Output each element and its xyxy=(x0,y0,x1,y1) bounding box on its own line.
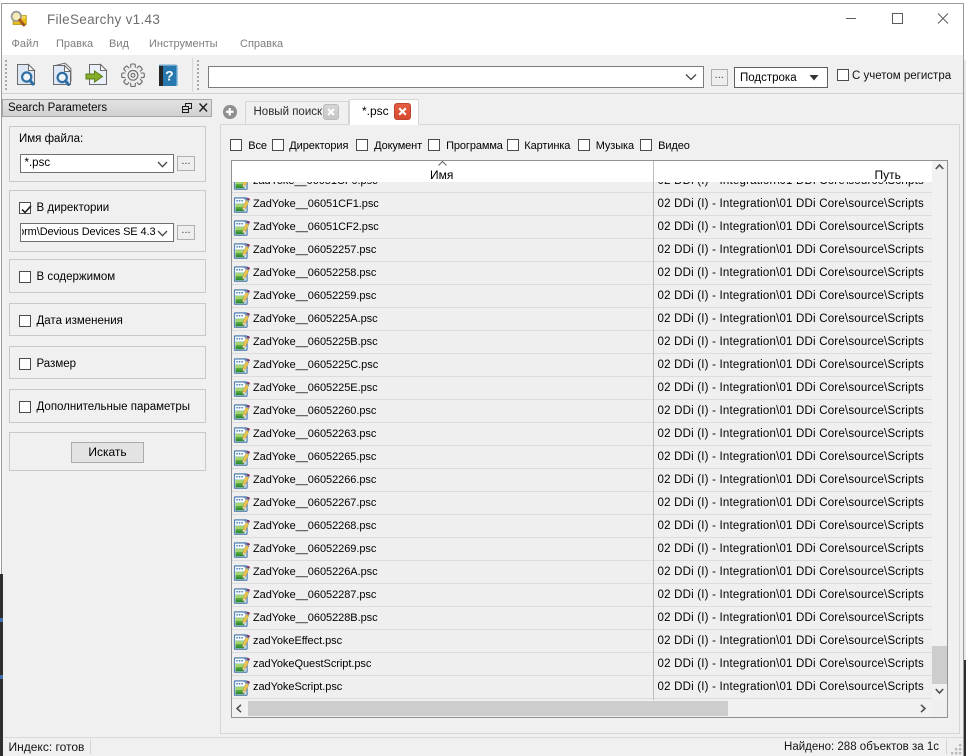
svg-text:?: ? xyxy=(165,68,174,84)
